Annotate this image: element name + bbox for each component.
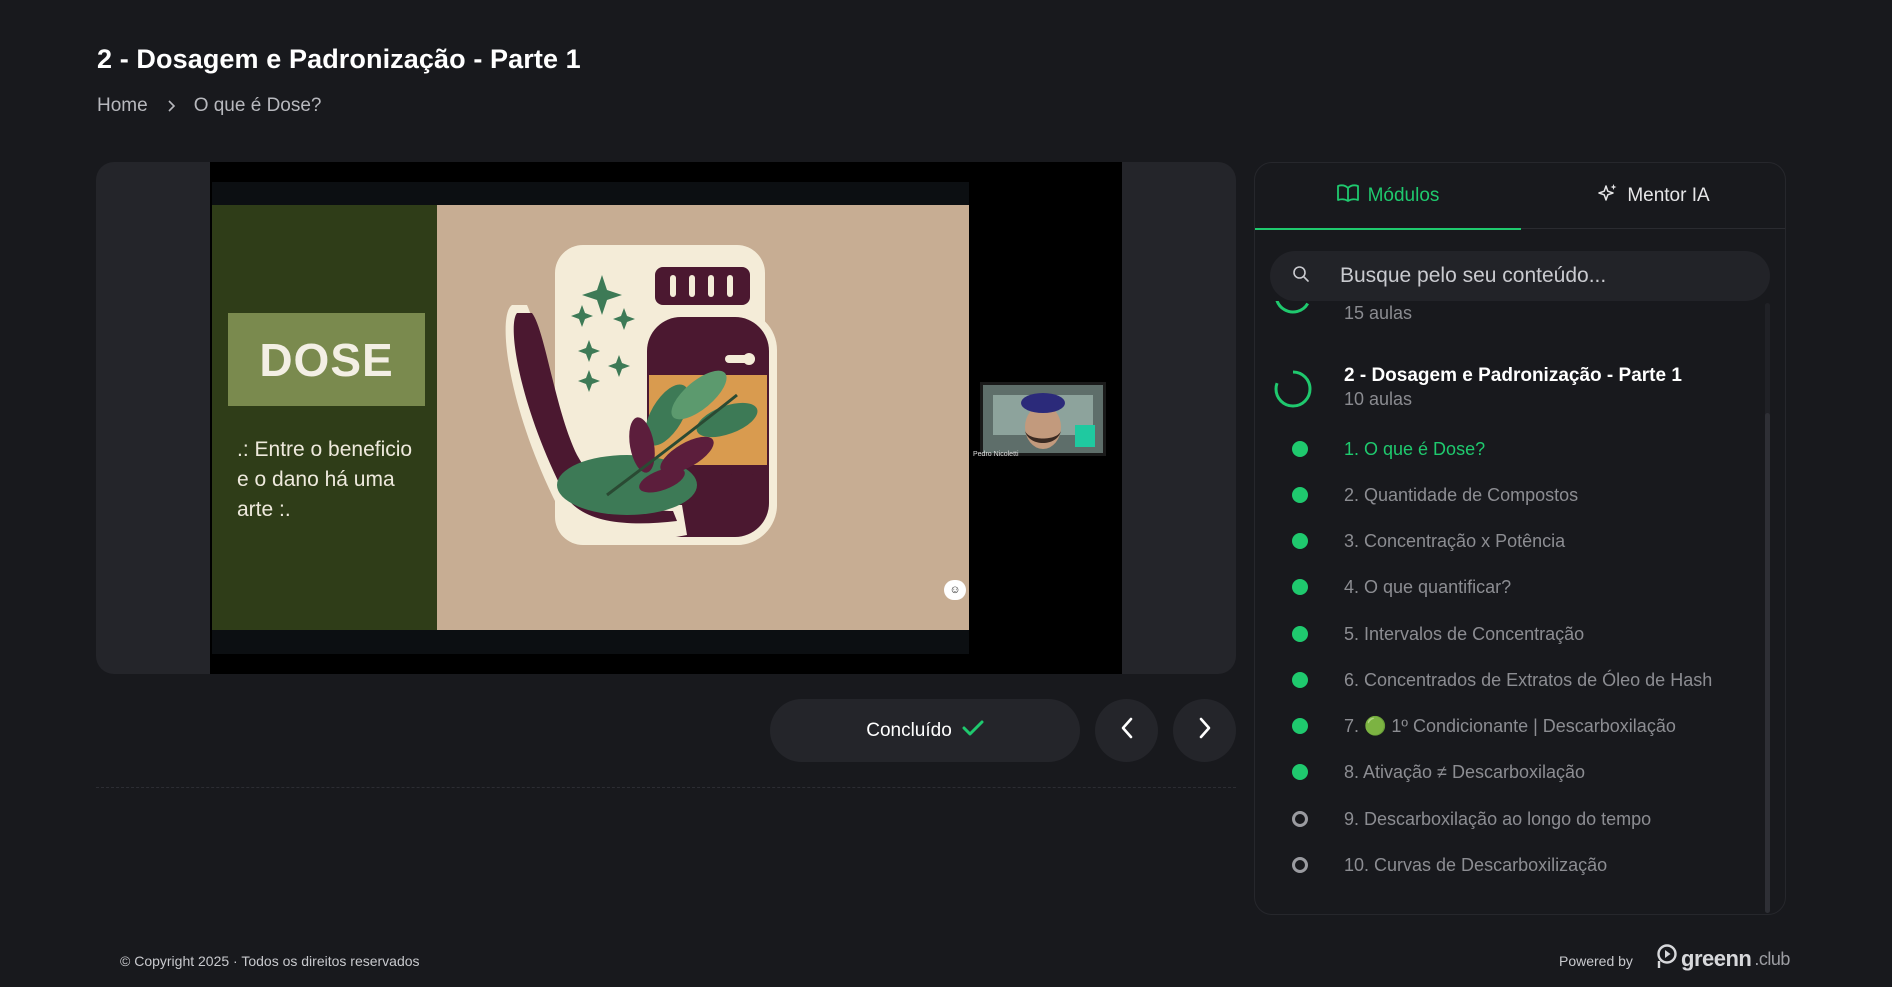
lesson-complete-icon	[1292, 672, 1308, 688]
lesson-item[interactable]: 3. Concentração x Potência	[1255, 521, 1775, 561]
lesson-item[interactable]: 6. Concentrados de Extratos de Óleo de H…	[1255, 660, 1775, 700]
course-sidebar: Módulos Mentor IA 15 aulas 2 - Dosage	[1254, 162, 1786, 915]
smile-icon[interactable]: ☺	[944, 580, 966, 600]
lesson-incomplete-icon	[1292, 811, 1308, 827]
lesson-item[interactable]: 5. Intervalos de Concentração	[1255, 614, 1775, 654]
tab-modulos-label: Módulos	[1367, 185, 1440, 206]
lesson-label: 6. Concentrados de Extratos de Óleo de H…	[1344, 669, 1713, 690]
lesson-complete-icon	[1292, 487, 1308, 503]
lesson-label: 5. Intervalos de Concentração	[1344, 623, 1585, 644]
lesson-complete-icon	[1292, 533, 1308, 549]
presenter-name: Pedro Nicoletti	[973, 451, 1019, 458]
scrollbar-thumb[interactable]	[1765, 413, 1770, 913]
sparkles-icon	[1598, 183, 1618, 209]
slide-text: .: Entre o beneficio e o dano há uma art…	[237, 438, 413, 521]
chevron-right-icon	[164, 99, 178, 113]
lesson-label: 3. Concentração x Potência	[1344, 530, 1566, 551]
lesson-label: 8. Ativação ≠ Descarboxilação	[1344, 761, 1586, 782]
chevron-left-icon	[1118, 716, 1136, 745]
module-lesson-count: 10 aulas	[1344, 389, 1413, 409]
mark-complete-button[interactable]: Concluído	[770, 699, 1080, 762]
tab-mentor-ia[interactable]: Mentor IA	[1521, 163, 1785, 229]
check-icon	[962, 719, 984, 743]
sidebar-tabs: Módulos Mentor IA	[1255, 163, 1785, 230]
lesson-label: 2. Quantidade de Compostos	[1344, 484, 1579, 505]
slide-left-panel: DOSE .: Entre o beneficio e o dano há um…	[212, 205, 437, 630]
progress-ring	[1274, 301, 1312, 314]
tab-mentor-ia-label: Mentor IA	[1627, 185, 1710, 206]
lesson-label: 10. Curvas de Descarboxilização	[1344, 854, 1608, 875]
module-list: 15 aulas 2 - Dosagem e Padronização - Pa…	[1255, 301, 1785, 914]
mark-complete-label: Concluído	[866, 719, 952, 741]
search-icon	[1292, 265, 1310, 288]
lesson-label: 9. Descarboxilação ao longo do tempo	[1344, 808, 1652, 829]
lesson-complete-icon	[1292, 441, 1308, 457]
lesson-item[interactable]: 4. O que quantificar?	[1255, 567, 1775, 607]
lesson-label: 1. O que é Dose?	[1344, 438, 1486, 459]
breadcrumb-current: O que é Dose?	[193, 95, 322, 116]
lesson-complete-icon	[1292, 718, 1308, 734]
footer-copyright: © Copyright 2025 · Todos os direitos res…	[120, 953, 420, 969]
greenn-logo[interactable]: greenn .club	[1656, 943, 1790, 975]
previous-lesson-button[interactable]	[1095, 699, 1158, 762]
video-player-card: DOSE .: Entre o beneficio e o dano há um…	[96, 162, 1236, 674]
search-input[interactable]	[1340, 264, 1740, 288]
slide-illustration	[437, 205, 969, 630]
lesson-incomplete-icon	[1292, 857, 1308, 873]
progress-ring	[1274, 370, 1312, 408]
lesson-item[interactable]: 7. 🟢 1º Condicionante | Descarboxilação	[1255, 706, 1775, 746]
herb-jar-illustration	[505, 245, 777, 545]
breadcrumb-home-link[interactable]: Home	[97, 95, 148, 117]
lesson-item[interactable]: 9. Descarboxilação ao longo do tempo	[1255, 799, 1775, 839]
footer-powered-by: Powered by	[1559, 953, 1633, 969]
lesson-item[interactable]: 10. Curvas de Descarboxilização	[1255, 845, 1775, 885]
breadcrumb: Home O que é Dose?	[97, 95, 322, 117]
video-slide: DOSE .: Entre o beneficio e o dano há um…	[212, 182, 969, 654]
greenn-logo-suffix: .club	[1754, 948, 1790, 969]
video-player[interactable]: DOSE .: Entre o beneficio e o dano há um…	[210, 162, 1122, 674]
chevron-right-icon	[1196, 716, 1214, 745]
module-lesson-count: 15 aulas	[1344, 303, 1413, 323]
lesson-complete-icon	[1292, 579, 1308, 595]
lesson-label: 7. 🟢 1º Condicionante | Descarboxilação	[1344, 715, 1676, 736]
lesson-complete-icon	[1292, 764, 1308, 780]
lesson-item[interactable]: 8. Ativação ≠ Descarboxilação	[1255, 752, 1775, 792]
next-lesson-button[interactable]	[1173, 699, 1236, 762]
lesson-complete-icon	[1292, 626, 1308, 642]
greenn-logo-icon	[1656, 943, 1678, 975]
book-icon	[1336, 184, 1359, 208]
tab-modulos[interactable]: Módulos	[1255, 163, 1521, 230]
lesson-label: 4. O que quantificar?	[1344, 576, 1512, 597]
content-search	[1270, 251, 1770, 301]
module-title: 2 - Dosagem e Padronização - Parte 1	[1344, 365, 1682, 386]
slide-heading: DOSE	[228, 313, 425, 406]
content-divider	[96, 787, 1236, 788]
presenter-webcam	[980, 382, 1106, 456]
greenn-logo-text: greenn	[1681, 946, 1752, 971]
lesson-item[interactable]: 1. O que é Dose?	[1255, 429, 1775, 469]
page-title: 2 - Dosagem e Padronização - Parte 1	[97, 44, 581, 74]
lesson-item[interactable]: 2. Quantidade de Compostos	[1255, 475, 1775, 515]
